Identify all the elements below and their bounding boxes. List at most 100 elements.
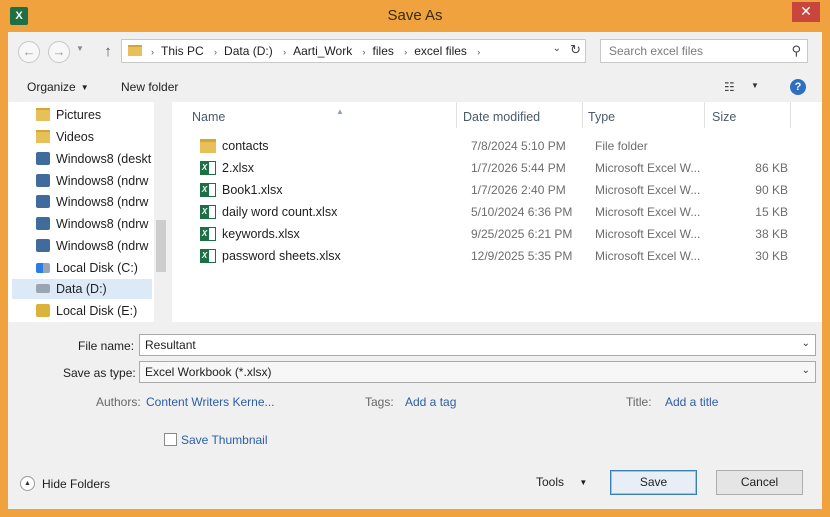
view-dropdown-icon[interactable]: ▼ [751, 81, 759, 90]
excel-file-icon [200, 227, 216, 241]
file-size: 30 KB [755, 249, 788, 263]
nav-item-local-disk-c[interactable]: Local Disk (C:) [36, 258, 138, 278]
save-thumbnail-checkbox[interactable] [164, 433, 177, 446]
nav-item-pictures[interactable]: Pictures [36, 105, 101, 125]
chevron-down-icon[interactable]: ⌄ [802, 365, 810, 376]
file-row[interactable]: Book1.xlsx 1/7/2026 2:40 PM Microsoft Ex… [192, 179, 802, 201]
help-icon[interactable]: ? [790, 79, 806, 95]
breadcrumb-separator[interactable]: › [151, 47, 154, 57]
back-button[interactable]: ← [18, 41, 40, 63]
file-type: Microsoft Excel W... [595, 205, 701, 219]
new-folder-button[interactable]: New folder [121, 80, 178, 94]
tags-field[interactable]: Add a tag [405, 395, 456, 409]
chevron-down-icon[interactable]: ⌄ [802, 338, 810, 349]
breadcrumb-separator[interactable]: › [404, 47, 407, 57]
nav-item-label: Windows8 (ndrw [56, 239, 149, 253]
breadcrumb-separator[interactable]: › [363, 47, 366, 57]
view-options-icon[interactable]: ☷ [724, 80, 735, 94]
file-row[interactable]: password sheets.xlsx 12/9/2025 5:35 PM M… [192, 245, 802, 267]
cancel-button[interactable]: Cancel [716, 470, 803, 495]
breadcrumb-data-d[interactable]: Data (D:) [224, 44, 273, 58]
excel-file-icon [200, 183, 216, 197]
organize-button[interactable]: Organize ▼ [27, 80, 89, 94]
network-drive-icon [36, 195, 50, 208]
column-header-size[interactable]: Size [712, 110, 736, 130]
file-size: 15 KB [755, 205, 788, 219]
column-divider[interactable] [790, 102, 791, 128]
authors-field[interactable]: Content Writers Kerne... [146, 395, 275, 409]
forward-button[interactable]: → [48, 41, 70, 63]
file-row[interactable]: keywords.xlsx 9/25/2025 6:21 PM Microsof… [192, 223, 802, 245]
search-icon[interactable]: ⚲ [791, 43, 801, 59]
network-drive-icon [36, 174, 50, 187]
column-header-type[interactable]: Type [588, 110, 615, 130]
nav-item-label: Data (D:) [56, 282, 107, 296]
breadcrumb-separator[interactable]: › [477, 47, 480, 57]
nav-item-label: Local Disk (E:) [56, 304, 138, 318]
nav-item-videos[interactable]: Videos [36, 127, 94, 147]
windows-disk-icon [36, 263, 50, 273]
tags-label: Tags: [365, 395, 394, 409]
close-button[interactable]: ✕ [792, 2, 820, 22]
file-date: 7/8/2024 5:10 PM [471, 139, 566, 153]
save-as-type-value: Excel Workbook (*.xlsx) [145, 365, 272, 379]
column-header-date[interactable]: Date modified [463, 110, 540, 130]
scrollbar-thumb[interactable] [156, 220, 166, 272]
organize-label: Organize [27, 80, 76, 94]
nav-item-network-drive[interactable]: Windows8 (ndrw [36, 214, 148, 234]
file-name-value: Resultant [145, 338, 196, 352]
nav-scrollbar[interactable] [154, 102, 168, 322]
file-type: Microsoft Excel W... [595, 161, 701, 175]
nav-item-label: Windows8 (ndrw [56, 174, 149, 188]
folder-icon [36, 130, 50, 143]
nav-item-data-d[interactable]: Data (D:) [12, 279, 152, 299]
search-placeholder: Search excel files [609, 44, 704, 58]
refresh-icon[interactable]: ↻ [570, 42, 581, 58]
dialog-body: ← → ▼ ↑ › This PC › Data (D:) › Aarti_Work … [8, 32, 822, 509]
column-divider[interactable] [704, 102, 705, 128]
network-drive-icon [36, 217, 50, 230]
excel-file-icon [200, 205, 216, 219]
title-label: Title: [626, 395, 652, 409]
column-divider[interactable] [582, 102, 583, 128]
nav-item-network-drive[interactable]: Windows8 (ndrw [36, 192, 148, 212]
recent-locations-chevron-icon[interactable]: ▼ [76, 44, 84, 53]
address-bar[interactable]: › This PC › Data (D:) › Aarti_Work › files ›… [121, 39, 586, 63]
column-header-name[interactable]: ▲ Name [192, 107, 452, 130]
folder-icon [36, 108, 50, 121]
file-name: password sheets.xlsx [222, 249, 341, 263]
file-date: 1/7/2026 5:44 PM [471, 161, 566, 175]
file-row[interactable]: 2.xlsx 1/7/2026 5:44 PM Microsoft Excel … [192, 157, 802, 179]
nav-item-network-drive[interactable]: Windows8 (ndrw [36, 236, 148, 256]
breadcrumb-excel-files[interactable]: excel files [414, 44, 467, 58]
nav-item-label: Pictures [56, 108, 102, 122]
breadcrumb-this-pc[interactable]: This PC [161, 44, 204, 58]
breadcrumb-separator[interactable]: › [214, 47, 217, 57]
title-bar: X Save As ✕ [0, 0, 830, 32]
collapse-icon: ▲ [20, 476, 35, 491]
up-button[interactable]: ↑ [98, 41, 118, 63]
tools-button[interactable]: Tools ▼ [536, 475, 587, 489]
file-type: File folder [595, 139, 648, 153]
file-row[interactable]: contacts 7/8/2024 5:10 PM File folder [192, 135, 802, 157]
folder-icon [200, 139, 216, 153]
nav-item-network-drive[interactable]: Windows8 (ndrw [36, 171, 148, 191]
network-drive-icon [36, 152, 50, 165]
title-field[interactable]: Add a title [665, 395, 718, 409]
breadcrumb-aarti-work[interactable]: Aarti_Work [293, 44, 352, 58]
save-button[interactable]: Save [610, 470, 697, 495]
column-divider[interactable] [456, 102, 457, 128]
file-size: 90 KB [755, 183, 788, 197]
hide-folders-label: Hide Folders [42, 477, 111, 491]
file-name-field[interactable]: Resultant ⌄ [139, 334, 816, 356]
nav-item-network-drive[interactable]: Windows8 (deskt [36, 149, 151, 169]
breadcrumb-separator[interactable]: › [283, 47, 286, 57]
save-thumbnail-label[interactable]: Save Thumbnail [181, 433, 268, 447]
save-as-type-select[interactable]: Excel Workbook (*.xlsx) ⌄ [139, 361, 816, 383]
file-row[interactable]: daily word count.xlsx 5/10/2024 6:36 PM … [192, 201, 802, 223]
breadcrumb-files[interactable]: files [373, 44, 394, 58]
address-dropdown-icon[interactable]: ⌄ [553, 43, 561, 54]
nav-item-local-disk-e[interactable]: Local Disk (E:) [36, 301, 137, 321]
search-input[interactable]: Search excel files ⚲ [600, 39, 808, 63]
file-name: daily word count.xlsx [222, 205, 338, 219]
